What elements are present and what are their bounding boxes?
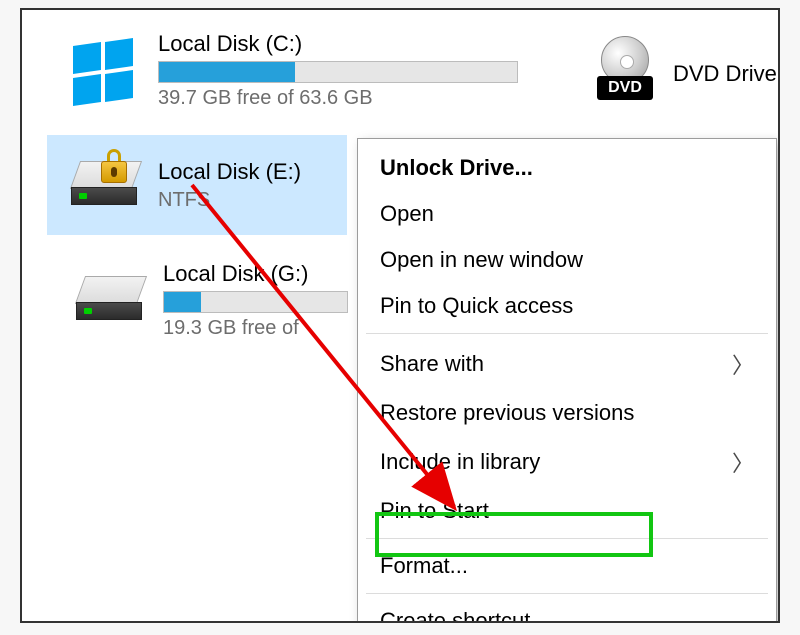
drive-c-space-text: 39.7 GB free of 63.6 GB [158, 87, 576, 110]
drive-g-space-bar [163, 291, 348, 313]
drive-c-title: Local Disk (C:) [158, 31, 576, 57]
menu-include-library[interactable]: Include in library 〉 [358, 436, 776, 488]
lock-icon [99, 147, 129, 183]
menu-include-library-label: Include in library [380, 449, 540, 475]
drive-item-e[interactable]: Local Disk (E:) NTFS [47, 135, 347, 235]
menu-share-with[interactable]: Share with 〉 [358, 338, 776, 390]
menu-format-label: Format... [380, 553, 468, 579]
menu-separator [366, 333, 768, 334]
menu-open[interactable]: Open [358, 191, 776, 237]
menu-create-shortcut-label: Create shortcut [380, 608, 530, 623]
drive-item-c[interactable]: Local Disk (C:) 39.7 GB free of 63.6 GB [42, 20, 582, 120]
drive-c-space-bar [158, 61, 518, 83]
dvd-drive-icon: DVD [597, 44, 669, 104]
menu-restore-previous-label: Restore previous versions [380, 400, 634, 426]
explorer-window: Local Disk (C:) 39.7 GB free of 63.6 GB … [20, 8, 780, 623]
drive-item-dvd[interactable]: DVD DVD Drive (D [587, 34, 780, 114]
drive-dvd-title: DVD Drive (D [673, 61, 780, 87]
menu-create-shortcut[interactable]: Create shortcut [358, 598, 776, 623]
drive-g-title: Local Disk (G:) [163, 261, 356, 287]
menu-pin-quick-access-label: Pin to Quick access [380, 293, 573, 319]
drive-context-menu: Unlock Drive... Open Open in new window … [357, 138, 777, 623]
drive-e-filesystem: NTFS [158, 189, 341, 212]
menu-pin-start[interactable]: Pin to Start [358, 488, 776, 534]
chevron-right-icon: 〉 [732, 348, 754, 380]
windows-logo-icon [71, 38, 135, 102]
menu-pin-quick-access[interactable]: Pin to Quick access [358, 283, 776, 329]
drive-e-title: Local Disk (E:) [158, 159, 341, 185]
menu-format[interactable]: Format... [358, 543, 776, 589]
chevron-right-icon: 〉 [732, 446, 754, 478]
menu-restore-previous[interactable]: Restore previous versions [358, 390, 776, 436]
menu-share-with-label: Share with [380, 351, 484, 377]
dvd-badge: DVD [597, 76, 653, 100]
menu-open-new-window-label: Open in new window [380, 247, 583, 273]
menu-open-label: Open [380, 201, 434, 227]
menu-unlock-drive[interactable]: Unlock Drive... [358, 145, 776, 191]
drive-icon [76, 276, 146, 324]
menu-separator [366, 593, 768, 594]
menu-open-new-window[interactable]: Open in new window [358, 237, 776, 283]
menu-pin-start-label: Pin to Start [380, 498, 489, 524]
drive-item-g[interactable]: Local Disk (G:) 19.3 GB free of [52, 250, 362, 350]
menu-separator [366, 538, 768, 539]
drive-g-space-text: 19.3 GB free of [163, 317, 356, 340]
locked-drive-icon [71, 161, 141, 209]
menu-unlock-drive-label: Unlock Drive... [380, 155, 533, 181]
